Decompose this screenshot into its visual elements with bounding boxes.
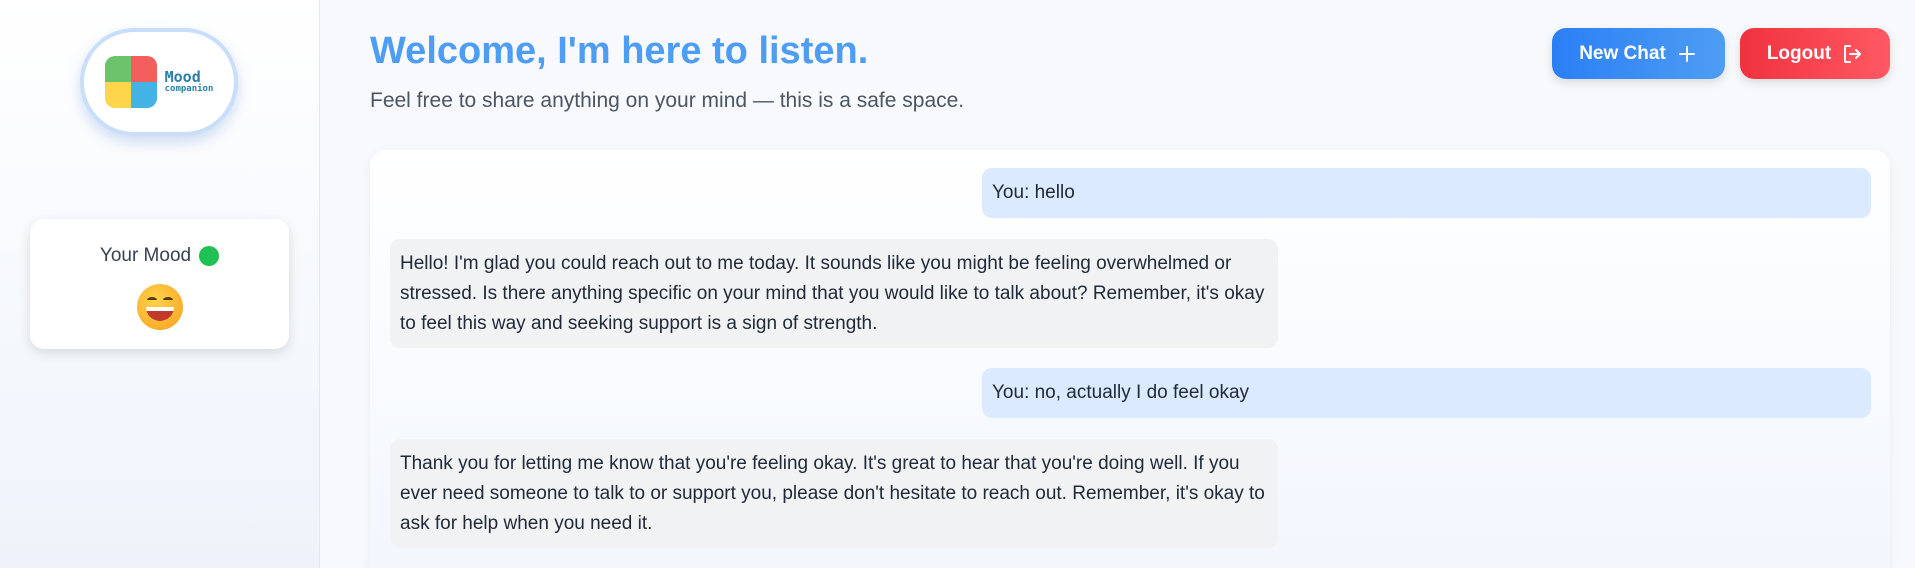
mood-title: Your Mood — [99, 245, 192, 266]
bot-message: Hello! I'm glad you could reach out to m… — [390, 239, 1278, 348]
logo-line-2: companion — [164, 84, 214, 94]
logo-text: Mood companion — [165, 70, 214, 94]
bot-message: Thank you for letting me know that you'r… — [390, 439, 1278, 548]
sidebar: Mood companion Your Mood — [0, 0, 320, 568]
plus-icon — [1676, 43, 1698, 65]
app-logo[interactable]: Mood companion — [80, 28, 238, 136]
new-chat-label: New Chat — [1579, 42, 1666, 64]
logout-icon — [1841, 43, 1863, 65]
grinning-face-icon — [137, 284, 183, 330]
mood-header: Your Mood — [30, 245, 289, 267]
page-subtitle: Feel free to share anything on your mind… — [370, 89, 965, 112]
user-message: You: no, actually I do feel okay — [982, 368, 1871, 418]
mood-card: Your Mood — [30, 219, 289, 349]
logo-tiles-icon — [104, 56, 157, 108]
logout-button[interactable]: Logout — [1740, 28, 1890, 79]
logout-label: Logout — [1766, 42, 1832, 64]
mood-status-dot-icon — [199, 246, 220, 266]
page-title: Welcome, I'm here to listen. — [370, 30, 869, 72]
logo-line-1: Mood — [164, 68, 201, 86]
new-chat-button[interactable]: New Chat — [1552, 28, 1725, 79]
user-message: You: hello — [982, 168, 1871, 218]
chat-panel[interactable]: You: hello Hello! I'm glad you could rea… — [370, 150, 1890, 568]
